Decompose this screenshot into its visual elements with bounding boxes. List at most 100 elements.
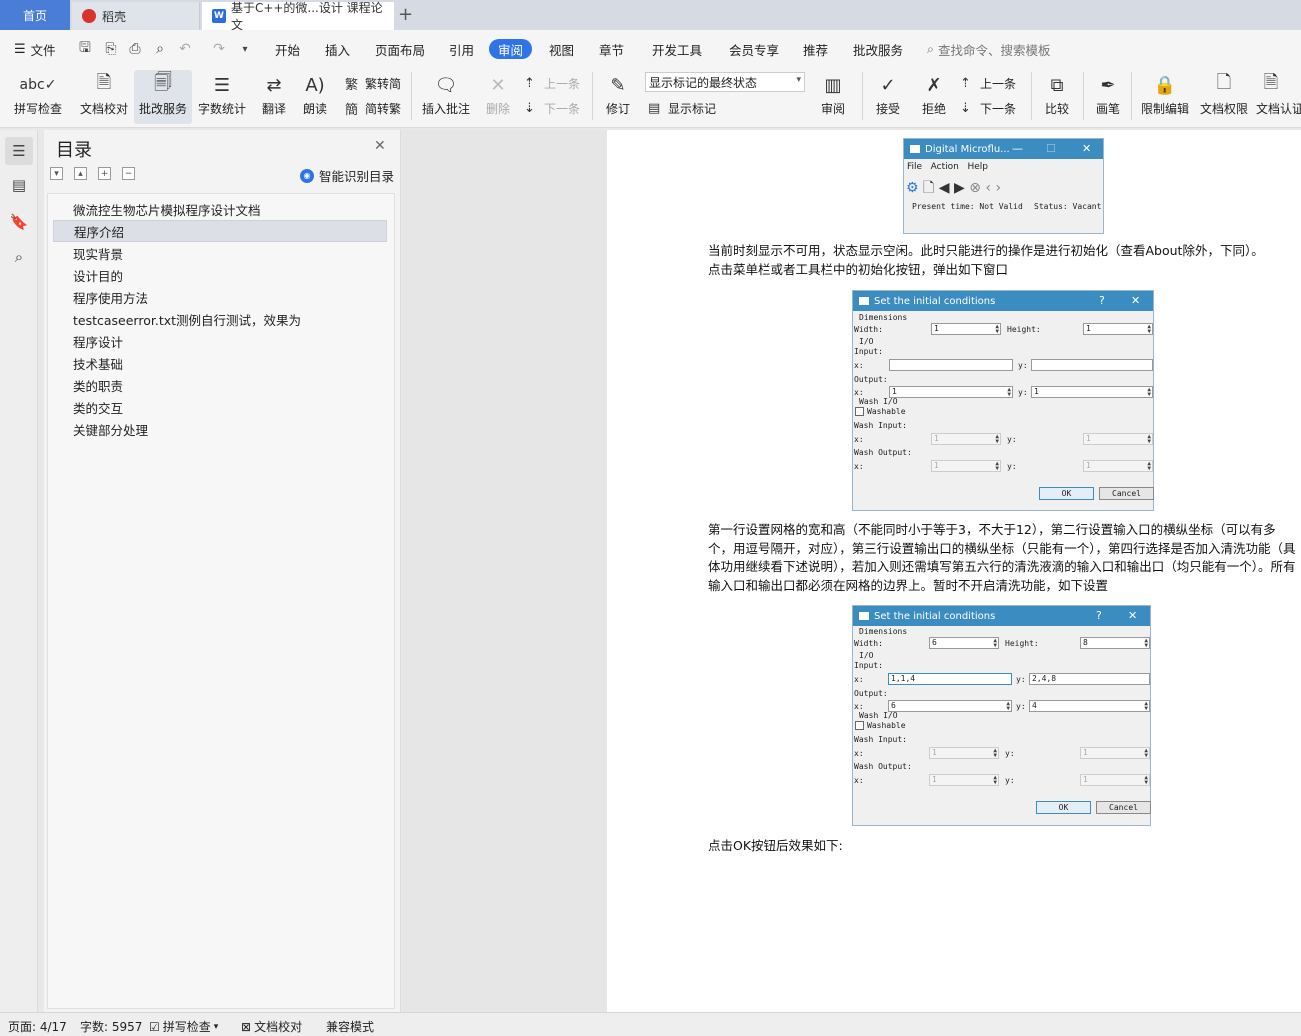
accept-button[interactable]: ✓ 接受 xyxy=(868,70,908,124)
track-changes-button[interactable]: ✎ 修订 xyxy=(598,70,638,124)
ink-button[interactable]: ✒ 画笔 xyxy=(1091,70,1125,124)
spell-check-button[interactable]: abc✓ 拼写检查 xyxy=(6,70,70,124)
delete-comment-button[interactable]: ✕ 删除 xyxy=(478,70,518,124)
review-service-button[interactable]: 🗐 批改服务 xyxy=(134,70,192,124)
dimensions-label: Dimensions xyxy=(859,627,908,636)
doc-cert-button[interactable]: 🗎 文档认证 xyxy=(1256,70,1301,124)
new-tab-button[interactable]: + xyxy=(398,4,413,25)
file-icon: 🗋 xyxy=(923,180,935,196)
outline-item[interactable]: 程序设计 xyxy=(53,330,387,352)
wash-output-label: Wash Output: xyxy=(854,762,912,771)
menu-review-service[interactable]: 批改服务 xyxy=(849,39,907,59)
prev-comment-button[interactable]: ⇡ 上一条 xyxy=(524,72,580,94)
review-pane-button[interactable]: ▥ 审阅 xyxy=(813,70,853,124)
smart-toc-button[interactable]: ◉ 智能识别目录 xyxy=(300,166,394,185)
menu-view[interactable]: 视图 xyxy=(545,39,578,59)
markup-state-value: 显示标记的最终状态 xyxy=(649,75,758,90)
next-comment-icon: ⇣ xyxy=(524,100,535,116)
outline-item[interactable]: 技术基础 xyxy=(53,352,387,374)
translate-button[interactable]: ⇄ 翻译 xyxy=(252,70,296,124)
outline-item-selected[interactable]: 程序介绍 xyxy=(53,220,387,242)
outline-item[interactable]: testcaseerror.txt测例自行测试，效果为 xyxy=(53,308,387,330)
prev-change-button[interactable]: ⇡ 上一条 xyxy=(960,72,1016,94)
doc-proof-button[interactable]: 🗎 文档校对 xyxy=(76,70,132,124)
tab-home[interactable]: 首页 xyxy=(0,0,70,30)
tab-daoke[interactable]: 稻壳 xyxy=(72,2,200,30)
remove-level-icon[interactable]: − xyxy=(122,167,135,180)
redo-icon[interactable]: ↷ xyxy=(210,40,228,58)
lock-icon: 🔒 xyxy=(1153,74,1177,96)
status-spell-check[interactable]: ☑ 拼写检查 ▾ xyxy=(149,1018,218,1035)
simp-to-trad-button[interactable]: 簡 简转繁 xyxy=(345,97,401,119)
outline-item[interactable]: 设计目的 xyxy=(53,264,387,286)
compare-button[interactable]: ⧉ 比较 xyxy=(1037,70,1077,124)
review-service-icon: 🗐 xyxy=(154,72,172,93)
close-icon: ✕ xyxy=(1082,142,1092,155)
menu-developer[interactable]: 开发工具 xyxy=(648,39,706,59)
wash-output-x-field: 1 ▲ ▼ xyxy=(931,460,1001,472)
outline-item[interactable]: 关键部分处理 xyxy=(53,418,387,440)
menu-recommend[interactable]: 推荐 xyxy=(799,39,832,59)
doc-rights-button[interactable]: 🗋 文档权限 xyxy=(1197,70,1251,124)
markup-state-select[interactable]: 显示标记的最终状态 ▾ xyxy=(645,72,805,92)
expand-up-icon[interactable]: ▴ xyxy=(74,167,87,180)
reject-button[interactable]: ✗ 拒绝 xyxy=(914,70,954,124)
menu-page-layout[interactable]: 页面布局 xyxy=(371,39,429,59)
file-menu[interactable]: ☰ 文件 xyxy=(10,39,60,59)
outline-item[interactable]: 程序使用方法 xyxy=(53,286,387,308)
command-search[interactable]: ⌕ 查找命令、搜索模板 xyxy=(927,39,1051,59)
trad-to-simp-button[interactable]: 繁 繁转简 xyxy=(345,72,401,94)
stop-icon: ⊗ xyxy=(969,180,981,196)
search-icon[interactable]: ⌕ xyxy=(8,246,30,268)
insert-comment-button[interactable]: 🗨 插入批注 xyxy=(418,70,474,124)
toc-panel-icon[interactable]: ☰ xyxy=(5,137,33,165)
y-label: y: xyxy=(1018,361,1028,370)
print-icon[interactable]: ⎙ xyxy=(126,40,144,58)
ribbon-separator xyxy=(1031,72,1032,120)
outline-title: 目录 xyxy=(56,140,92,161)
menu-references[interactable]: 引用 xyxy=(445,39,478,59)
app-icon xyxy=(859,612,869,620)
read-aloud-button[interactable]: A) 朗读 xyxy=(298,70,332,124)
chevron-right-icon: › xyxy=(995,180,1002,196)
next-change-button[interactable]: ⇣ 下一条 xyxy=(960,97,1016,119)
close-icon[interactable]: ✕ xyxy=(374,138,386,154)
bookmark-icon[interactable]: 🔖 xyxy=(8,211,30,233)
menu-start[interactable]: 开始 xyxy=(271,39,304,59)
x-label: x: xyxy=(854,776,864,785)
gear-icon: ⚙ xyxy=(906,180,919,196)
next-comment-button[interactable]: ⇣ 下一条 xyxy=(524,97,580,119)
outline-item[interactable]: 类的交互 xyxy=(53,396,387,418)
page-indicator[interactable]: 页面: 4/17 xyxy=(8,1018,67,1035)
cancel-button: Cancel xyxy=(1096,801,1151,814)
embedded-menu-file: File xyxy=(907,162,923,172)
save-icon[interactable]: 🖫 xyxy=(76,40,94,58)
next-change-icon: ⇣ xyxy=(960,100,971,116)
outline-item[interactable]: 类的职责 xyxy=(53,374,387,396)
io-label: I/O xyxy=(859,651,874,660)
input-label: Input: xyxy=(854,347,883,356)
show-markup-button[interactable]: ▤ 显示标记 xyxy=(648,97,716,119)
wash-output-y-field: 1 ▲ ▼ xyxy=(1080,774,1150,786)
word-count-indicator[interactable]: 字数: 5957 xyxy=(80,1018,142,1035)
undo-icon[interactable]: ↶ xyxy=(176,40,194,58)
review-pane-label: 审阅 xyxy=(820,102,845,116)
menu-insert[interactable]: 插入 xyxy=(321,39,354,59)
chapter-nav-icon[interactable]: ▤ xyxy=(8,174,30,196)
export-pdf-icon[interactable]: ⎘ xyxy=(102,40,120,58)
doc-proof-icon: ⊠ xyxy=(241,1019,252,1034)
menu-member[interactable]: 会员专享 xyxy=(725,39,783,59)
collapse-all-icon[interactable]: ▾ xyxy=(50,167,63,180)
print-preview-icon[interactable]: ⌕ xyxy=(151,40,169,58)
add-level-icon[interactable]: + xyxy=(98,167,111,180)
tab-document[interactable]: W 基于C++的微...设计 课程论文 xyxy=(202,1,394,32)
menu-chapter[interactable]: 章节 xyxy=(595,39,628,59)
doc-cert-label: 文档认证 xyxy=(1256,102,1301,116)
menu-review[interactable]: 审阅 xyxy=(489,39,533,59)
restrict-edit-button[interactable]: 🔒 限制编辑 xyxy=(1138,70,1192,124)
outline-item[interactable]: 微流控生物芯片模拟程序设计文档 xyxy=(53,198,387,220)
status-doc-proof[interactable]: ⊠ 文档校对 xyxy=(241,1018,302,1035)
quick-access-dropdown-icon[interactable]: ▾ xyxy=(236,40,254,58)
word-count-button[interactable]: ☰ 字数统计 xyxy=(194,70,250,124)
outline-item[interactable]: 现实背景 xyxy=(53,242,387,264)
